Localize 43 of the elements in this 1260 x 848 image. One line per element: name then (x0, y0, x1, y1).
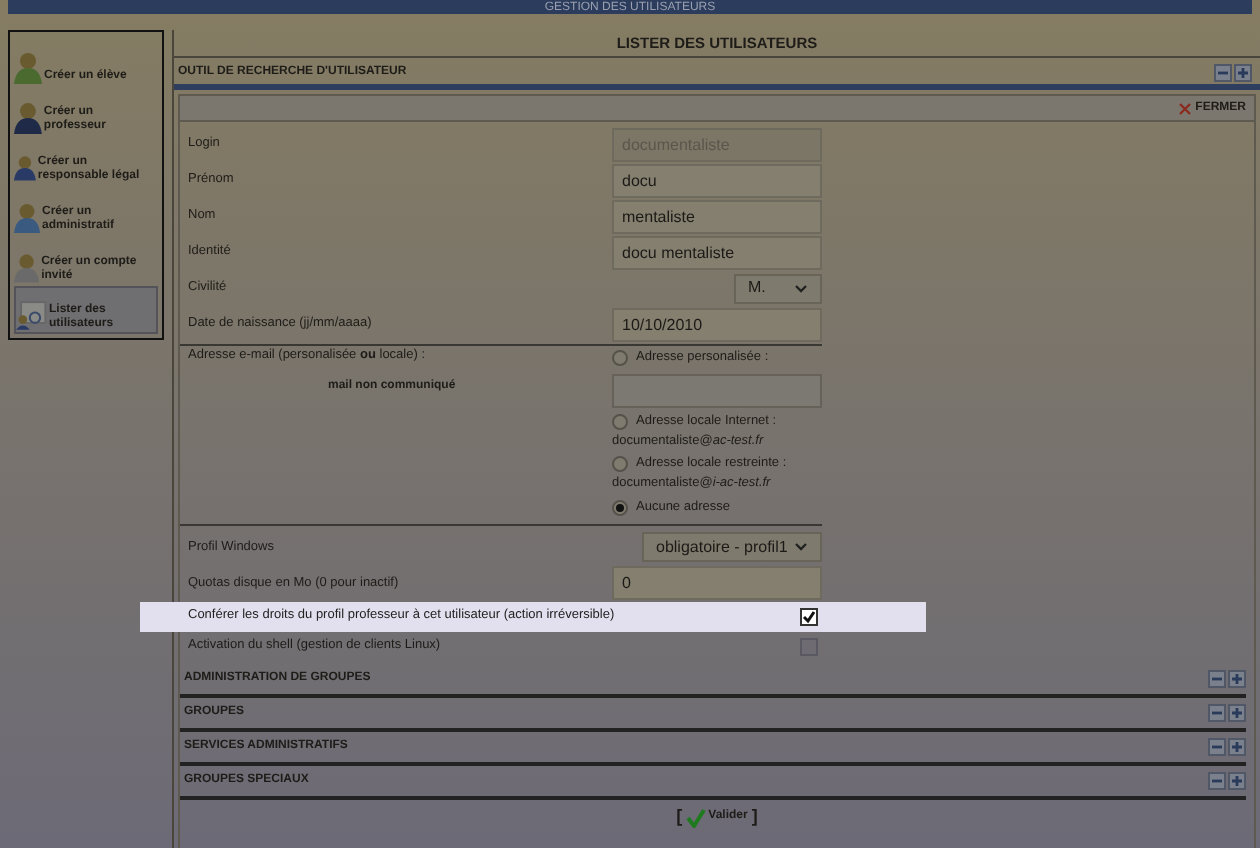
minus-button[interactable] (1208, 703, 1226, 721)
plus-icon (1230, 705, 1244, 719)
radio-button[interactable] (612, 349, 628, 366)
radio-button[interactable] (612, 456, 628, 473)
checkbox[interactable] (800, 607, 818, 625)
plus-icon (1230, 773, 1244, 787)
dropdown[interactable]: M. (734, 273, 822, 303)
plus-icon (1236, 66, 1250, 80)
minus-button[interactable] (1208, 737, 1226, 755)
plus-button[interactable] (1234, 64, 1252, 82)
close-icon (1177, 101, 1192, 115)
person-icon (14, 102, 42, 134)
person-icon (14, 52, 42, 84)
plus-icon (1230, 739, 1244, 753)
radio-button[interactable] (612, 413, 628, 430)
plus-button[interactable] (1228, 771, 1246, 789)
checkbox[interactable] (800, 637, 818, 655)
person-icon (14, 202, 41, 234)
text-field[interactable]: mentaliste (612, 199, 822, 233)
plus-icon (1230, 671, 1244, 685)
text-field[interactable]: 0 (612, 566, 822, 600)
minus-button[interactable] (1214, 64, 1232, 82)
user-list-icon (16, 300, 48, 332)
text-field[interactable]: docu (612, 163, 822, 197)
minus-icon (1216, 66, 1230, 80)
chevron-down-icon (794, 542, 808, 552)
radio-button[interactable] (612, 499, 628, 516)
plus-button[interactable] (1228, 703, 1246, 721)
bracket: ] (751, 808, 758, 826)
email-field[interactable] (612, 373, 822, 408)
text-field[interactable]: 10/10/2010 (612, 307, 822, 341)
bracket: [ (676, 808, 683, 826)
check-icon (802, 609, 816, 623)
check-icon (686, 807, 707, 827)
chevron-down-icon (794, 283, 808, 293)
minus-button[interactable] (1208, 669, 1226, 687)
person-icon (14, 252, 40, 284)
person-icon (14, 152, 36, 184)
plus-button[interactable] (1228, 737, 1246, 755)
text-field[interactable]: docu mentaliste (612, 235, 822, 269)
dropdown[interactable]: obligatoire - profil1 (642, 532, 822, 562)
plus-button[interactable] (1228, 669, 1246, 687)
minus-button[interactable] (1208, 771, 1226, 789)
